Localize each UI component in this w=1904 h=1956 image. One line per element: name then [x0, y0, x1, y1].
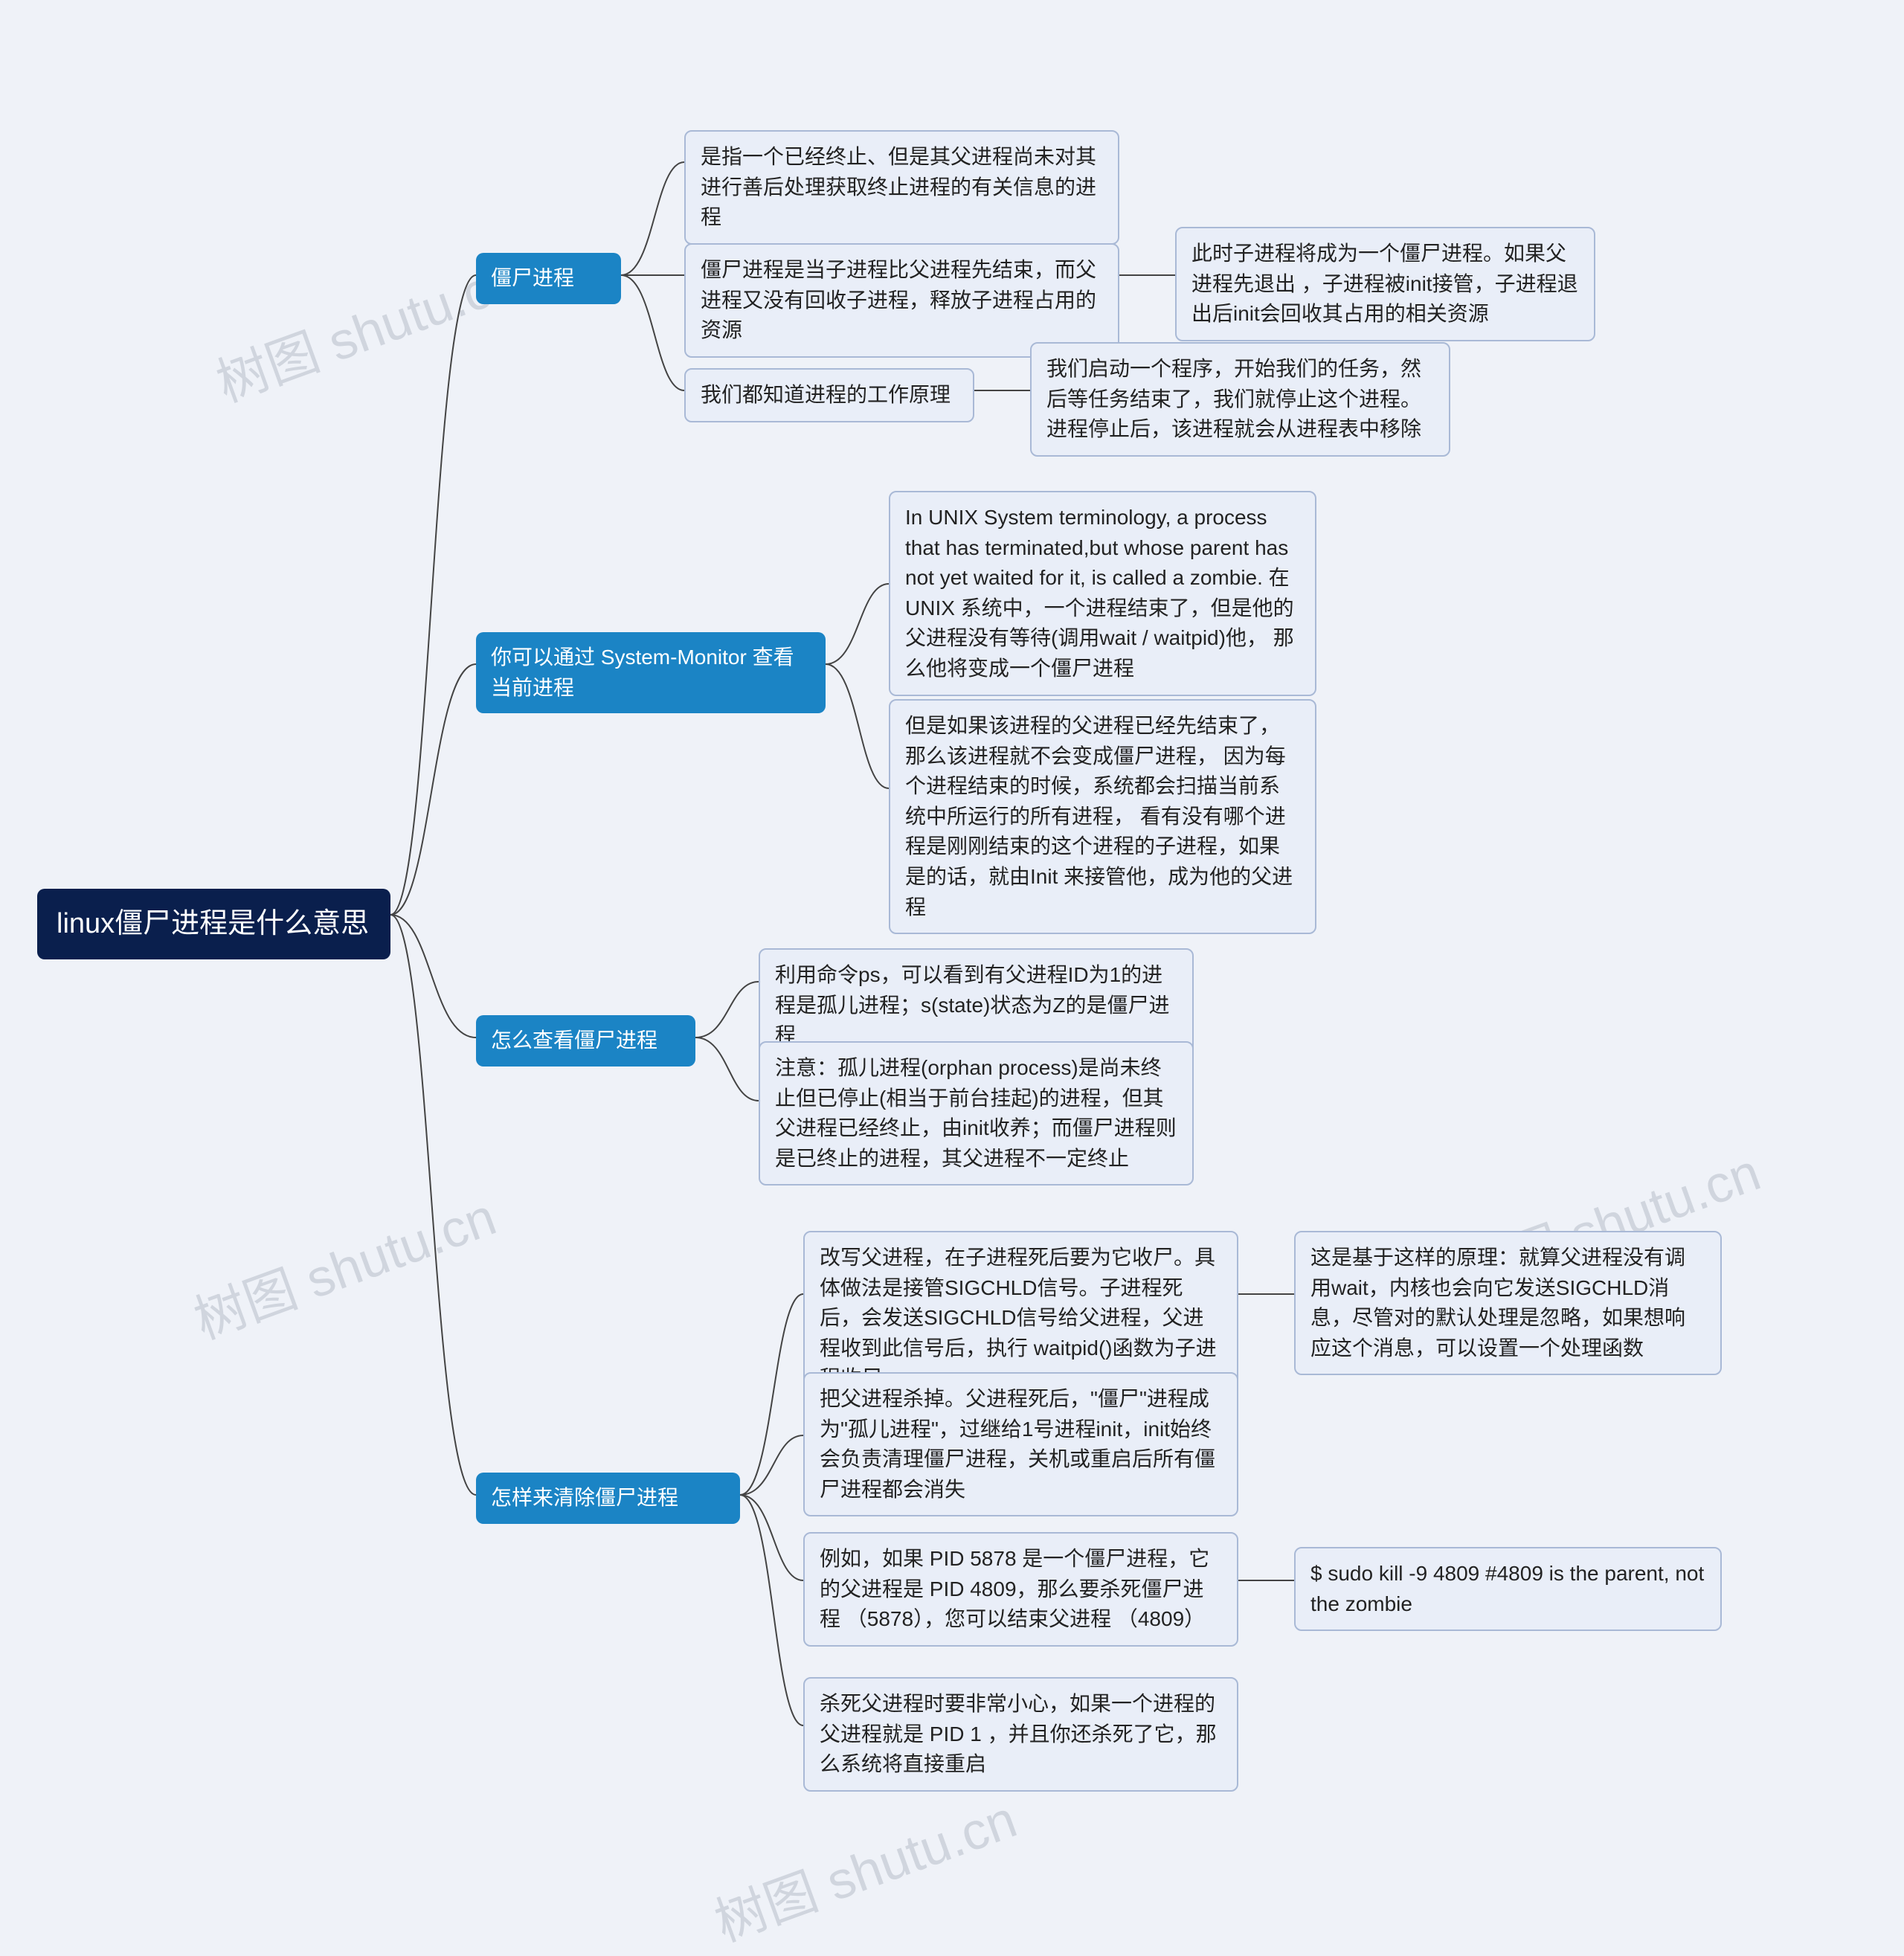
leaf-text: 但是如果该进程的父进程已经先结束了，那么该进程就不会变成僵尸进程， 因为每个进程…: [905, 714, 1293, 919]
branch-label: 你可以通过 System-Monitor 查看当前进程: [491, 646, 794, 699]
branch-zombie-process[interactable]: 僵尸进程: [476, 253, 621, 304]
branch-label: 怎样来清除僵尸进程: [491, 1486, 678, 1509]
branch-how-to-clear[interactable]: 怎样来清除僵尸进程: [476, 1473, 740, 1524]
leaf-text: 注意：孤儿进程(orphan process)是尚未终止但已停止(相当于前台挂起…: [775, 1056, 1177, 1170]
leaf-node[interactable]: 把父进程杀掉。父进程死后，"僵尸"进程成为"孤儿进程"，过继给1号进程init，…: [803, 1372, 1238, 1516]
branch-how-to-view[interactable]: 怎么查看僵尸进程: [476, 1015, 695, 1067]
leaf-node[interactable]: $ sudo kill -9 4809 #4809 is the parent,…: [1294, 1547, 1722, 1631]
leaf-text: $ sudo kill -9 4809 #4809 is the parent,…: [1310, 1562, 1704, 1615]
leaf-node[interactable]: 但是如果该进程的父进程已经先结束了，那么该进程就不会变成僵尸进程， 因为每个进程…: [889, 699, 1316, 934]
leaf-text: 这是基于这样的原理：就算父进程没有调用wait，内核也会向它发送SIGCHLD消…: [1310, 1246, 1685, 1360]
leaf-node[interactable]: 我们启动一个程序，开始我们的任务，然后等任务结束了，我们就停止这个进程。进程停止…: [1030, 342, 1450, 457]
watermark: 树图 shutu.cn: [704, 1778, 1026, 1956]
root-node[interactable]: linux僵尸进程是什么意思: [37, 889, 390, 959]
leaf-node[interactable]: In UNIX System terminology, a process th…: [889, 491, 1316, 696]
watermark: 树图 shutu.cn: [183, 1176, 505, 1354]
leaf-node[interactable]: 这是基于这样的原理：就算父进程没有调用wait，内核也会向它发送SIGCHLD消…: [1294, 1231, 1722, 1375]
leaf-text: 杀死父进程时要非常小心，如果一个进程的父进程就是 PID 1 ，并且你还杀死了它…: [820, 1692, 1217, 1775]
leaf-text: 利用命令ps，可以看到有父进程ID为1的进程是孤儿进程；s(state)状态为Z…: [775, 963, 1169, 1046]
leaf-text: 改写父进程，在子进程死后要为它收尸。具体做法是接管SIGCHLD信号。子进程死后…: [820, 1246, 1217, 1389]
leaf-node[interactable]: 僵尸进程是当子进程比父进程先结束，而父进程又没有回收子进程，释放子进程占用的资源: [684, 243, 1119, 358]
leaf-text: 此时子进程将成为一个僵尸进程。如果父进程先退出 ，子进程被init接管，子进程退…: [1191, 242, 1578, 325]
leaf-text: 我们都知道进程的工作原理: [701, 383, 951, 406]
branch-label: 怎么查看僵尸进程: [491, 1029, 657, 1052]
leaf-text: 僵尸进程是当子进程比父进程先结束，而父进程又没有回收子进程，释放子进程占用的资源: [701, 258, 1096, 341]
branch-label: 僵尸进程: [491, 266, 574, 289]
leaf-text: 是指一个已经终止、但是其父进程尚未对其进行善后处理获取终止进程的有关信息的进程: [701, 145, 1096, 228]
leaf-node[interactable]: 杀死父进程时要非常小心，如果一个进程的父进程就是 PID 1 ，并且你还杀死了它…: [803, 1677, 1238, 1792]
leaf-text: 例如，如果 PID 5878 是一个僵尸进程，它的父进程是 PID 4809，那…: [820, 1547, 1209, 1630]
branch-system-monitor[interactable]: 你可以通过 System-Monitor 查看当前进程: [476, 632, 826, 713]
root-label: linux僵尸进程是什么意思: [57, 908, 369, 939]
leaf-node[interactable]: 注意：孤儿进程(orphan process)是尚未终止但已停止(相当于前台挂起…: [759, 1041, 1194, 1185]
leaf-node[interactable]: 此时子进程将成为一个僵尸进程。如果父进程先退出 ，子进程被init接管，子进程退…: [1175, 227, 1595, 341]
leaf-text: In UNIX System terminology, a process th…: [905, 506, 1294, 680]
leaf-node[interactable]: 例如，如果 PID 5878 是一个僵尸进程，它的父进程是 PID 4809，那…: [803, 1532, 1238, 1647]
leaf-node[interactable]: 我们都知道进程的工作原理: [684, 368, 974, 422]
leaf-node[interactable]: 是指一个已经终止、但是其父进程尚未对其进行善后处理获取终止进程的有关信息的进程: [684, 130, 1119, 245]
leaf-text: 我们启动一个程序，开始我们的任务，然后等任务结束了，我们就停止这个进程。进程停止…: [1046, 357, 1421, 440]
leaf-text: 把父进程杀掉。父进程死后，"僵尸"进程成为"孤儿进程"，过继给1号进程init，…: [820, 1387, 1215, 1501]
